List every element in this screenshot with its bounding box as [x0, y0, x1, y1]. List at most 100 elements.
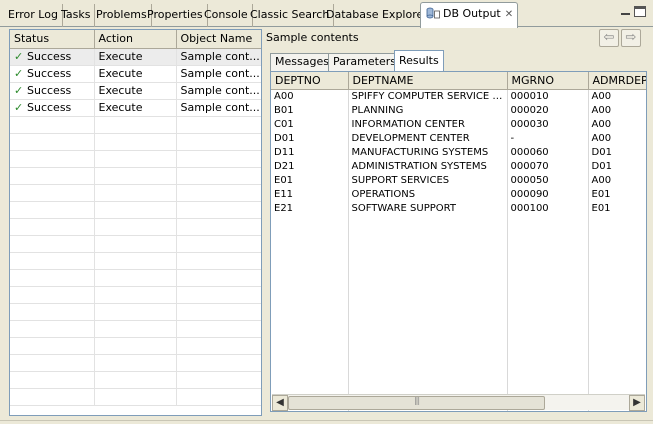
table-row[interactable]: ✓ Success Execute Sample cont... [10, 48, 261, 66]
minimize-icon[interactable] [620, 6, 632, 17]
mgrno-cell: 000010 [507, 89, 589, 103]
deptno-cell: D21 [271, 159, 349, 173]
close-icon[interactable]: ✕ [505, 4, 513, 26]
object-name-cell: Sample cont... [176, 82, 261, 100]
empty-row [271, 215, 646, 411]
tab-tasks[interactable]: Tasks [57, 4, 96, 27]
mgrno-cell: 000070 [507, 159, 589, 173]
mgrno-cell: - [507, 131, 589, 145]
tab-error-log[interactable]: Error Log [4, 4, 63, 27]
horizontal-scrollbar[interactable]: ◀ ▶ [272, 394, 645, 411]
tab-db-output[interactable]: DB Output ✕ [420, 2, 519, 28]
subtab-messages[interactable]: Messages [270, 53, 334, 71]
table-row[interactable]: B01 PLANNING 000020 A00 [271, 103, 646, 117]
column-header-object-name[interactable]: Object Name [176, 30, 261, 49]
scrollbar-thumb[interactable] [288, 396, 545, 410]
empty-row [10, 150, 261, 168]
deptname-cell: MANUFACTURING SYSTEMS [348, 145, 508, 159]
deptno-cell: A00 [271, 89, 349, 103]
table-row[interactable]: D21 ADMINISTRATION SYSTEMS 000070 D01 [271, 159, 646, 173]
db-output-icon [426, 5, 440, 19]
column-header-deptname[interactable]: DEPTNAME [348, 72, 508, 90]
empty-row [10, 116, 261, 134]
admrdept-cell: D01 [588, 159, 646, 173]
empty-row [10, 218, 261, 236]
status-text: Success [27, 101, 72, 114]
admrdept-cell: A00 [588, 103, 646, 117]
action-cell: Execute [94, 48, 177, 66]
empty-row [10, 354, 261, 372]
table-row[interactable]: D11 MANUFACTURING SYSTEMS 000060 D01 [271, 145, 646, 159]
status-text: Success [27, 84, 72, 97]
result-detail-pane: Sample contents ⇦ ⇨ Messages Parameters … [264, 29, 649, 418]
mgrno-cell: 000050 [507, 173, 589, 187]
admrdept-cell: E01 [588, 187, 646, 201]
check-icon: ✓ [14, 50, 24, 63]
column-header-status[interactable]: Status [10, 30, 95, 49]
result-title: Sample contents [266, 31, 359, 44]
check-icon: ✓ [14, 84, 24, 97]
status-text: Success [27, 67, 72, 80]
table-row[interactable]: A00 SPIFFY COMPUTER SERVICE DIV. 000010 A00 [271, 89, 646, 103]
action-cell: Execute [94, 99, 177, 117]
empty-row [10, 371, 261, 389]
empty-row [10, 252, 261, 270]
subtab-results[interactable]: Results [394, 50, 444, 72]
tab-database-explorer[interactable]: Database Explorer [322, 4, 433, 27]
empty-row [10, 133, 261, 151]
empty-row [10, 337, 261, 355]
admrdept-cell: A00 [588, 117, 646, 131]
deptname-cell: SOFTWARE SUPPORT [348, 201, 508, 215]
deptname-cell: OPERATIONS [348, 187, 508, 201]
action-cell: Execute [94, 65, 177, 83]
back-arrow-icon[interactable]: ⇦ [599, 29, 619, 47]
object-name-cell: Sample cont... [176, 48, 261, 66]
maximize-icon[interactable] [634, 6, 646, 17]
tab-properties[interactable]: Properties [143, 4, 208, 27]
table-row[interactable]: ✓ Success Execute Sample cont... [10, 82, 261, 100]
table-row[interactable]: E11 OPERATIONS 000090 E01 [271, 187, 646, 201]
deptname-cell: SPIFFY COMPUTER SERVICE DIV. [348, 89, 508, 103]
table-row[interactable]: E21 SOFTWARE SUPPORT 000100 E01 [271, 201, 646, 215]
empty-row [10, 201, 261, 219]
empty-row [10, 303, 261, 321]
empty-row [10, 286, 261, 304]
empty-row [10, 320, 261, 338]
forward-arrow-icon[interactable]: ⇨ [621, 29, 641, 47]
deptno-cell: D11 [271, 145, 349, 159]
subtab-parameters[interactable]: Parameters [328, 53, 401, 71]
table-row[interactable]: ✓ Success Execute Sample cont... [10, 99, 261, 117]
mgrno-cell: 000020 [507, 103, 589, 117]
column-header-action[interactable]: Action [94, 30, 177, 49]
deptname-cell: SUPPORT SERVICES [348, 173, 508, 187]
scroll-left-icon[interactable]: ◀ [272, 395, 288, 411]
deptname-cell: INFORMATION CENTER [348, 117, 508, 131]
empty-row [10, 167, 261, 185]
deptno-cell: D01 [271, 131, 349, 145]
table-row[interactable]: D01 DEVELOPMENT CENTER - A00 [271, 131, 646, 145]
empty-row [10, 388, 261, 406]
admrdept-cell: A00 [588, 173, 646, 187]
deptno-cell: B01 [271, 103, 349, 117]
table-row[interactable]: ✓ Success Execute Sample cont... [10, 65, 261, 83]
tab-console[interactable]: Console [200, 4, 253, 27]
deptname-cell: PLANNING [348, 103, 508, 117]
table-row[interactable]: E01 SUPPORT SERVICES 000050 A00 [271, 173, 646, 187]
column-header-admrdept[interactable]: ADMRDEPT [588, 72, 646, 90]
tab-db-output-label: DB Output [443, 7, 501, 20]
deptname-cell: DEVELOPMENT CENTER [348, 131, 508, 145]
deptno-cell: E01 [271, 173, 349, 187]
admrdept-cell: A00 [588, 89, 646, 103]
deptname-cell: ADMINISTRATION SYSTEMS [348, 159, 508, 173]
empty-row [10, 235, 261, 253]
column-header-deptno[interactable]: DEPTNO [271, 72, 349, 90]
column-header-mgrno[interactable]: MGRNO [507, 72, 589, 90]
empty-row [10, 269, 261, 287]
deptno-cell: C01 [271, 117, 349, 131]
scroll-right-icon[interactable]: ▶ [629, 395, 645, 411]
object-name-cell: Sample cont... [176, 65, 261, 83]
mgrno-cell: 000100 [507, 201, 589, 215]
execution-history-table: Status Action Object Name ✓ Success Execu… [10, 30, 261, 406]
deptno-cell: E11 [271, 187, 349, 201]
table-row[interactable]: C01 INFORMATION CENTER 000030 A00 [271, 117, 646, 131]
